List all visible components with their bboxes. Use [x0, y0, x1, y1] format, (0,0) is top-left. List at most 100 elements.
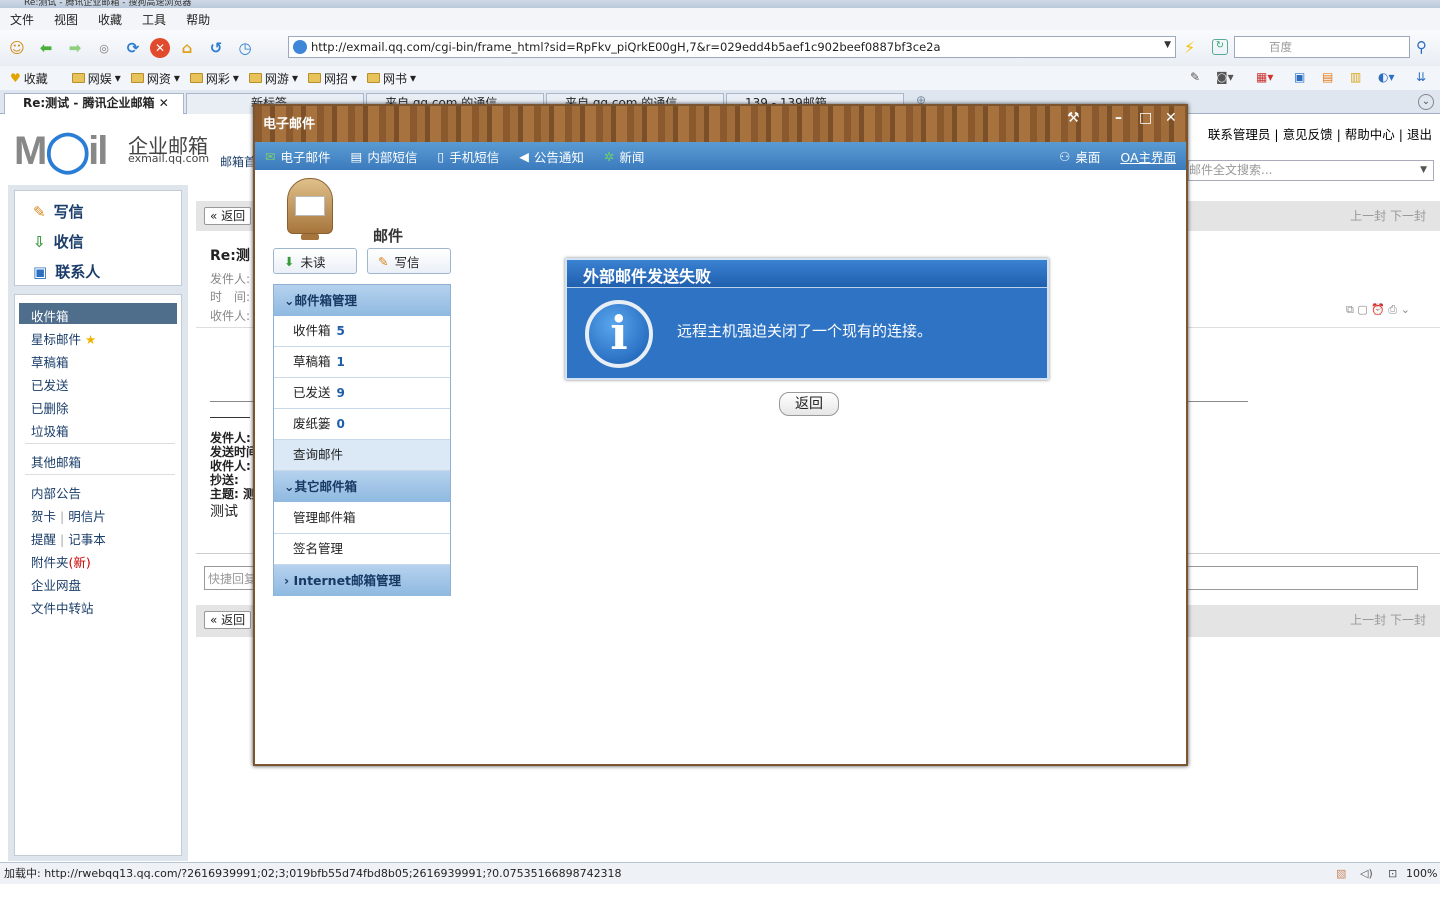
menu-help[interactable]: 帮助: [186, 11, 210, 28]
rss-icon[interactable]: ▤: [1322, 70, 1333, 84]
settings-icon[interactable]: ⚒: [1067, 110, 1080, 126]
fav-item-wangshu[interactable]: 网书 ▾: [367, 70, 416, 87]
maximize-icon[interactable]: □: [1139, 110, 1152, 126]
folder-deleted[interactable]: 已删除: [31, 398, 69, 417]
folder-other[interactable]: 其他邮箱: [31, 452, 81, 471]
menu-file[interactable]: 文件: [10, 11, 34, 28]
receive-link[interactable]: ⇩ 收信: [33, 231, 84, 252]
fav-item-wangzi[interactable]: 网资 ▾: [130, 70, 180, 87]
mail-home-link[interactable]: 邮箱首: [220, 153, 256, 170]
unread-button[interactable]: ⬇ 未读: [273, 248, 357, 274]
volume-icon[interactable]: ◁): [1360, 863, 1373, 885]
note-icon[interactable]: ▥: [1350, 70, 1361, 84]
menu-favorites[interactable]: 收藏: [98, 11, 122, 28]
tab-mail[interactable]: Re:测试 - 腾讯企业邮箱 ✕: [4, 93, 184, 114]
folder-spam[interactable]: 垃圾箱: [31, 421, 69, 440]
nav-news[interactable]: ✲ 新闻: [604, 147, 645, 166]
browser-search-input[interactable]: 百度: [1234, 36, 1410, 58]
sidebar-item-manage-mailbox[interactable]: 管理邮件箱: [274, 503, 450, 534]
back-arrow-icon[interactable]: ⬅: [34, 36, 58, 60]
folder-notice[interactable]: 内部公告: [31, 483, 81, 502]
lightning-icon[interactable]: ⚡: [1184, 38, 1195, 57]
section-other-mailbox[interactable]: ⌄其它邮件箱: [274, 471, 450, 502]
nav-announcement[interactable]: ◀ 公告通知: [519, 147, 584, 166]
section-mailbox-manage[interactable]: ⌄邮件箱管理: [274, 285, 450, 316]
back-link-bottom[interactable]: « 返回: [204, 611, 252, 629]
compose-link[interactable]: ✎ 写信: [33, 201, 84, 222]
share-icon[interactable]: ⇊: [1416, 70, 1426, 84]
clock-icon[interactable]: ◷: [233, 36, 257, 60]
cards-link[interactable]: 贺卡: [31, 509, 56, 524]
postcard-link[interactable]: 明信片: [68, 509, 106, 524]
fav-item-wangyu[interactable]: 网娱 ▾: [71, 70, 121, 87]
sidebar-item-inbox[interactable]: 收件箱 5: [274, 316, 450, 347]
fav-item-wangcai[interactable]: 网彩 ▾: [189, 70, 239, 87]
nav-email[interactable]: ✉ 电子邮件: [265, 147, 331, 166]
back-link-top[interactable]: « 返回: [204, 207, 252, 225]
home-icon[interactable]: ⌂: [175, 36, 199, 60]
folder-sent[interactable]: 已发送: [31, 375, 69, 394]
nav-internal-sms[interactable]: ▤ 内部短信: [351, 147, 418, 166]
nav-desktop[interactable]: ⚇ 桌面: [1059, 147, 1100, 166]
sidebar-item-drafts[interactable]: 草稿箱 1: [274, 347, 450, 378]
zoom-icon[interactable]: ⊡: [1388, 863, 1397, 885]
forward-arrow-icon[interactable]: ➡: [63, 36, 87, 60]
reminder-link[interactable]: 提醒: [31, 532, 56, 547]
feedback-link[interactable]: 意见反馈: [1283, 127, 1333, 142]
nav-oa-main[interactable]: OA主界面: [1120, 147, 1176, 166]
folder-attachments[interactable]: 附件夹(新): [31, 552, 91, 571]
pager-bottom[interactable]: 上一封 下一封: [1350, 611, 1426, 628]
chevron-down-icon[interactable]: ⌄: [1418, 94, 1434, 110]
zoom-level[interactable]: 100%: [1406, 863, 1437, 885]
user-icon[interactable]: ☺: [5, 36, 29, 60]
menu-tools[interactable]: 工具: [142, 11, 166, 28]
nav-mobile-sms[interactable]: ▯ 手机短信: [437, 147, 499, 166]
history-dropdown-icon[interactable]: ◎: [92, 36, 116, 60]
compose-button[interactable]: ✎ 写信: [367, 248, 451, 274]
fav-item-wangzhao[interactable]: 网招 ▾: [307, 70, 357, 87]
undo-icon[interactable]: ↺: [204, 36, 228, 60]
menu-view[interactable]: 视图: [54, 11, 78, 28]
tools-icon[interactable]: ✎: [1190, 70, 1200, 84]
tab-label: Re:测试 - 腾讯企业邮箱: [23, 96, 155, 110]
skin-icon[interactable]: ◐▾: [1378, 70, 1395, 84]
chevron-down-icon[interactable]: ▼: [1164, 40, 1171, 50]
error-dialog: 外部邮件发送失败 i 远程主机强迫关闭了一个现有的连接。: [565, 258, 1049, 380]
section-internet-mailbox[interactable]: › Internet邮箱管理: [274, 565, 450, 596]
notebook-link[interactable]: 记事本: [68, 532, 106, 547]
folder-transfer[interactable]: 文件中转站: [31, 598, 94, 617]
favorites-button[interactable]: ♥ 收藏: [10, 70, 48, 87]
folder-inbox[interactable]: 收件箱: [31, 306, 69, 325]
help-link[interactable]: 帮助中心: [1345, 127, 1395, 142]
close-icon[interactable]: ✕: [159, 96, 169, 110]
mail-search-input[interactable]: 邮件全文搜索... ▼: [1188, 160, 1434, 181]
close-icon[interactable]: ✕: [1165, 110, 1177, 126]
address-bar[interactable]: http://exmail.qq.com/cgi-bin/frame_html?…: [288, 36, 1176, 58]
zoom-icon[interactable]: ▣: [1294, 70, 1305, 84]
stop-icon[interactable]: ✕: [150, 38, 170, 58]
search-icon[interactable]: ⚲: [1416, 38, 1427, 56]
logout-link[interactable]: 退出: [1407, 127, 1432, 142]
folder-icon: [367, 73, 381, 83]
sidebar-item-trash[interactable]: 废纸篓 0: [274, 409, 450, 440]
contacts-link[interactable]: ▣ 联系人: [33, 261, 100, 282]
folder-netdisk[interactable]: 企业网盘: [31, 575, 81, 594]
pager-top[interactable]: 上一封 下一封: [1350, 207, 1426, 224]
contact-admin-link[interactable]: 联系管理员: [1208, 127, 1271, 142]
refresh-icon[interactable]: ⟳: [121, 36, 145, 60]
sidebar-item-sent[interactable]: 已发送 9: [274, 378, 450, 409]
block-icon[interactable]: ▧: [1336, 863, 1346, 885]
fav-item-wangyou[interactable]: 网游 ▾: [248, 70, 298, 87]
folder-drafts[interactable]: 草稿箱: [31, 352, 69, 371]
back-button[interactable]: 返回: [779, 392, 839, 416]
email-window-titlebar[interactable]: 电子邮件 ⚒ – □ ✕: [255, 106, 1186, 142]
sidebar-item-search[interactable]: 查询邮件: [274, 440, 450, 471]
sidebar-item-signature[interactable]: 签名管理: [274, 534, 450, 565]
translate-icon[interactable]: ▦▾: [1256, 70, 1273, 84]
go-icon[interactable]: ↻: [1212, 39, 1228, 55]
camera-icon[interactable]: ◙▾: [1216, 70, 1234, 84]
mail-actions-icons[interactable]: ⧉ ▢ ⏰ ⎙ ⌄: [1346, 303, 1410, 317]
chevron-down-icon[interactable]: ▼: [1420, 161, 1427, 180]
folder-starred[interactable]: 星标邮件 ★: [31, 329, 96, 348]
minimize-icon[interactable]: –: [1115, 110, 1122, 126]
